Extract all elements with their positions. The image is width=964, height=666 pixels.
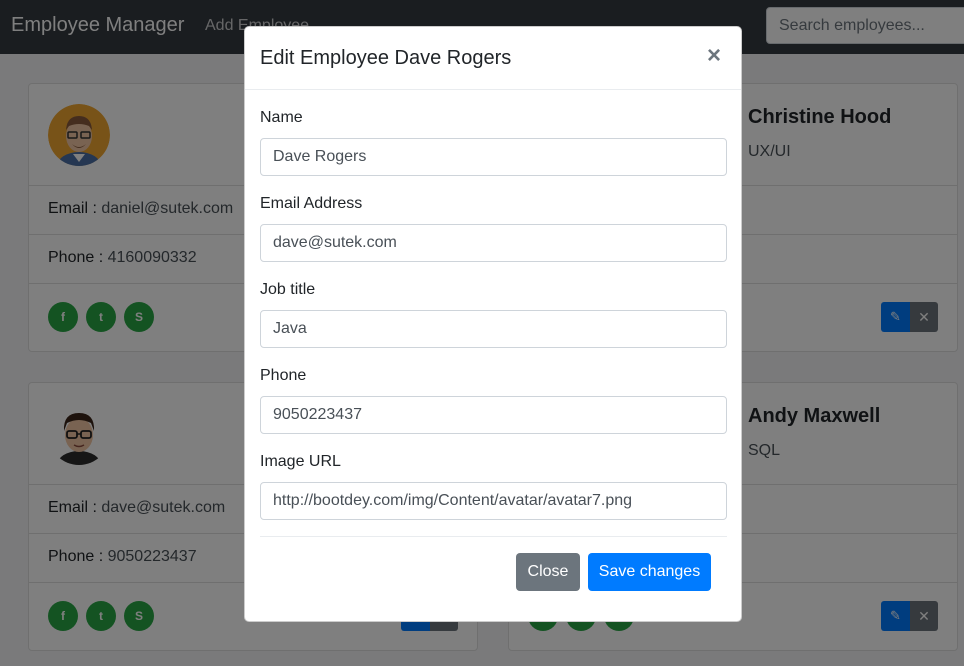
name-label: Name — [260, 109, 303, 126]
save-button[interactable]: Save changes — [588, 553, 711, 591]
modal-header: Edit Employee Dave Rogers × — [245, 27, 741, 90]
image-url-label: Image URL — [260, 453, 341, 470]
close-button[interactable]: Close — [516, 553, 580, 591]
email-field[interactable] — [260, 224, 727, 262]
job-title-label: Job title — [260, 281, 316, 298]
modal-title: Edit Employee Dave Rogers — [260, 47, 512, 69]
email-label: Email Address — [260, 195, 363, 212]
image-url-field[interactable] — [260, 482, 727, 520]
phone-label: Phone — [260, 367, 307, 384]
modal-divider — [260, 536, 727, 537]
job-title-field[interactable] — [260, 310, 727, 348]
phone-field[interactable] — [260, 396, 727, 434]
close-icon[interactable]: × — [707, 44, 721, 68]
name-field[interactable] — [260, 138, 727, 176]
edit-employee-modal: Edit Employee Dave Rogers × Name Email A… — [244, 26, 742, 622]
